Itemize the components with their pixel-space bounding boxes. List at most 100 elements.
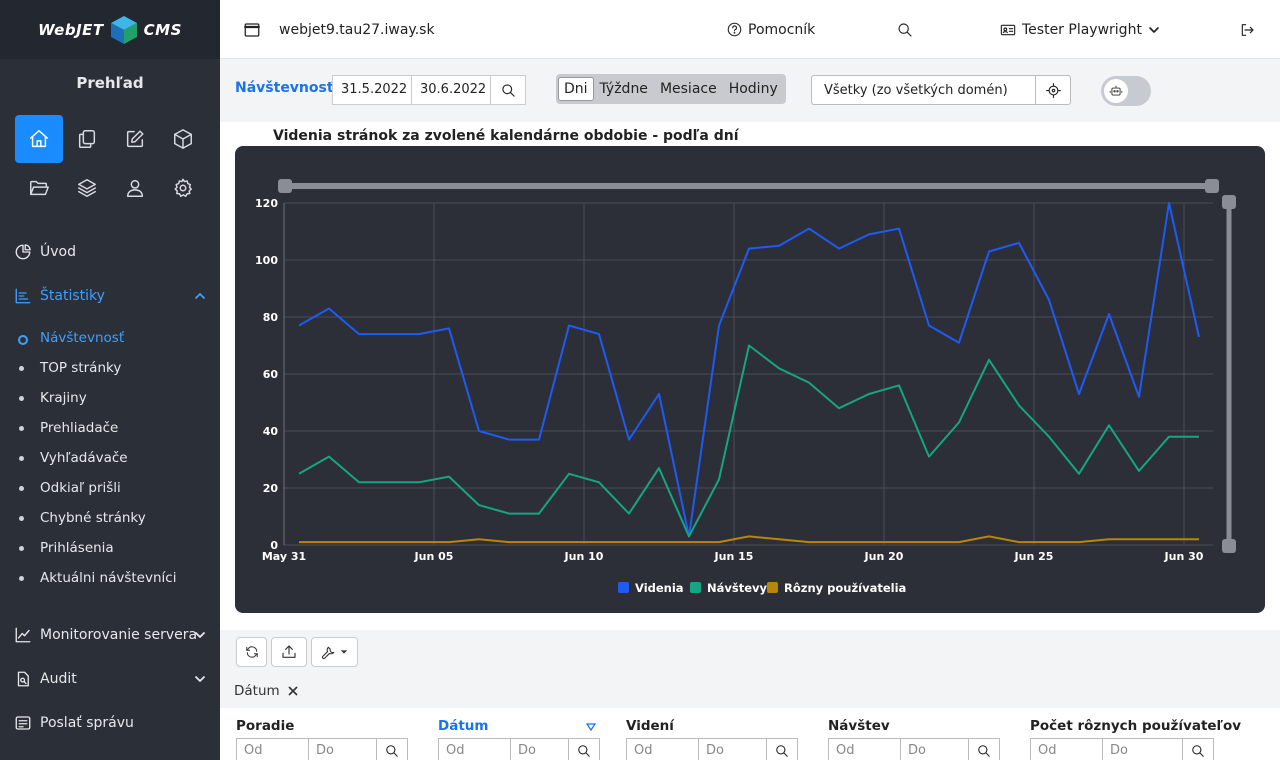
segment-tyzdne[interactable]: Týždne (594, 77, 654, 101)
column-datum[interactable]: Dátum (438, 718, 488, 734)
logo-text-left: WebJET (38, 20, 104, 39)
help-link[interactable]: Pomocník (727, 0, 815, 59)
segment-mesiace[interactable]: Mesiace (654, 77, 723, 101)
nav-monitorovanie-label: Monitorovanie servera (40, 627, 198, 643)
column-navstev[interactable]: Návštev (828, 718, 890, 734)
tools-dropdown-button[interactable] (311, 637, 358, 667)
search-icon (1192, 745, 1204, 757)
x-tick-label: Jun 20 (864, 550, 904, 563)
robot-icon (1109, 85, 1123, 96)
nav-uvod[interactable]: Úvod (0, 238, 220, 266)
crosshair-button[interactable] (1035, 75, 1071, 105)
home-icon[interactable] (15, 115, 63, 163)
videni-search-button[interactable] (767, 739, 797, 760)
logo[interactable]: WebJET CMS (0, 0, 220, 59)
sub-odkial-prisli[interactable]: Odkiaľ prišli (0, 475, 220, 501)
column-videni[interactable]: Videní (626, 718, 674, 734)
y-tick-label: 80 (263, 311, 279, 324)
close-icon[interactable] (288, 686, 298, 696)
sub-top-stranky[interactable]: TOP stránky (0, 355, 220, 381)
nav-statistiky[interactable]: Štatistiky (0, 282, 220, 310)
toggle-knob (1104, 79, 1128, 103)
edit-icon[interactable] (111, 115, 159, 163)
bot-toggle[interactable] (1101, 76, 1151, 106)
x-tick-label: May 31 (262, 550, 306, 563)
sub-prehliadace[interactable]: Prehliadače (0, 415, 220, 441)
videni-range-filter: Od Do (626, 738, 798, 760)
search-icon (386, 745, 398, 757)
column-pocet-pouzivatelov[interactable]: Počet rôznych používateľov (1030, 718, 1241, 734)
legend-swatch-2 (690, 582, 701, 593)
folder-icon[interactable] (15, 164, 63, 212)
table-header: Poradie Dátum Videní Návštev Počet rôzny… (220, 708, 1280, 760)
y-tick-label: 60 (263, 368, 279, 381)
legend-label-3: Rôzny používatelia (784, 581, 906, 595)
pouzivatelia-to-input[interactable]: Do (1103, 739, 1183, 760)
segment-dni[interactable]: Dni (558, 77, 594, 101)
datum-search-button[interactable] (569, 739, 599, 760)
reload-button[interactable] (236, 637, 267, 667)
poradie-to-input[interactable]: Do (309, 739, 377, 760)
chart-title: Videnia stránok za zvolené kalendárne ob… (273, 128, 739, 144)
user-menu[interactable]: Tester Playwright (1000, 0, 1160, 59)
column-poradie[interactable]: Poradie (236, 718, 294, 734)
layers-icon[interactable] (63, 164, 111, 212)
logo-cube-icon (110, 15, 137, 44)
nav-poslat-spravu-label: Poslať správu (40, 715, 134, 731)
sub-navstevnost[interactable]: Návštevnosť (0, 325, 220, 351)
date-search-button[interactable] (490, 75, 526, 105)
poradie-search-button[interactable] (377, 739, 407, 760)
search-button[interactable] (897, 0, 913, 59)
videni-from-input[interactable]: Od (627, 739, 699, 760)
sort-desc-icon[interactable] (586, 723, 596, 731)
datum-to-input[interactable]: Do (511, 739, 569, 760)
upload-icon (282, 645, 296, 658)
y-zoom-handle-top (1222, 195, 1236, 209)
y-tick-label: 120 (255, 197, 278, 210)
y-zoom-handle-bottom (1222, 539, 1236, 553)
date-from-input[interactable]: 31.5.2022 (332, 75, 412, 105)
nav-uvod-label: Úvod (40, 244, 76, 260)
sub-prihlasenia[interactable]: Prihlásenia (0, 535, 220, 561)
export-button[interactable] (271, 637, 307, 667)
cube-icon[interactable] (159, 115, 207, 163)
nav-statistiky-label: Štatistiky (40, 288, 105, 304)
poradie-from-input[interactable]: Od (237, 739, 309, 760)
user-icon[interactable] (111, 164, 159, 212)
nav-poslat-spravu[interactable]: Poslať správu (0, 709, 220, 737)
navstev-to-input[interactable]: Do (901, 739, 969, 760)
page-title: Návštevnosť (235, 80, 334, 96)
filter-bar: Návštevnosť 31.5.2022 30.6.2022 Dni Týžd… (220, 60, 1280, 122)
datum-from-input[interactable]: Od (439, 739, 511, 760)
date-to-input[interactable]: 30.6.2022 (411, 75, 491, 105)
chevron-down-icon (1149, 26, 1159, 33)
pouzivatelia-search-button[interactable] (1183, 739, 1213, 760)
user-name: Tester Playwright (1022, 21, 1142, 38)
sub-krajiny[interactable]: Krajiny (0, 385, 220, 411)
nav-monitorovanie[interactable]: Monitorovanie servera (0, 621, 220, 649)
sub-aktualni-navstevnici[interactable]: Aktuálni návštevníci (0, 565, 220, 591)
chart-container: 0 20 40 60 80 100 120 May 31 Jun 05 Jun 10 Jun 15 J… (235, 146, 1265, 613)
x-tick-label: Jun 30 (1164, 550, 1204, 563)
sidebar-title: Prehľad (76, 74, 144, 92)
segment-hodiny[interactable]: Hodiny (723, 77, 784, 101)
videni-to-input[interactable]: Do (699, 739, 767, 760)
nav-audit[interactable]: Audit (0, 665, 220, 693)
navstev-search-button[interactable] (969, 739, 999, 760)
help-label: Pomocník (748, 21, 816, 38)
settings-gear-icon[interactable] (159, 164, 207, 212)
navstev-from-input[interactable]: Od (829, 739, 901, 760)
legend-label-1: Videnia (635, 581, 684, 595)
legend-swatch-3 (767, 582, 778, 593)
domain-select[interactable]: Všetky (zo všetkých domén) (811, 75, 1036, 105)
logout-button[interactable] (1239, 0, 1255, 59)
pages-icon[interactable] (63, 115, 111, 163)
sub-chybne-stranky[interactable]: Chybné stránky (0, 505, 220, 531)
logout-icon (1241, 23, 1254, 36)
crosshair-icon (1045, 82, 1061, 98)
domain-switcher[interactable]: webjet9.tau27.iway.sk (243, 0, 435, 59)
pouzivatelia-from-input[interactable]: Od (1031, 739, 1103, 760)
topbar: webjet9.tau27.iway.sk Pomocník Tester Pl… (220, 0, 1280, 59)
sub-vyhladavace[interactable]: Vyhľadávače (0, 445, 220, 471)
active-filter-chip: Dátum (234, 683, 298, 699)
